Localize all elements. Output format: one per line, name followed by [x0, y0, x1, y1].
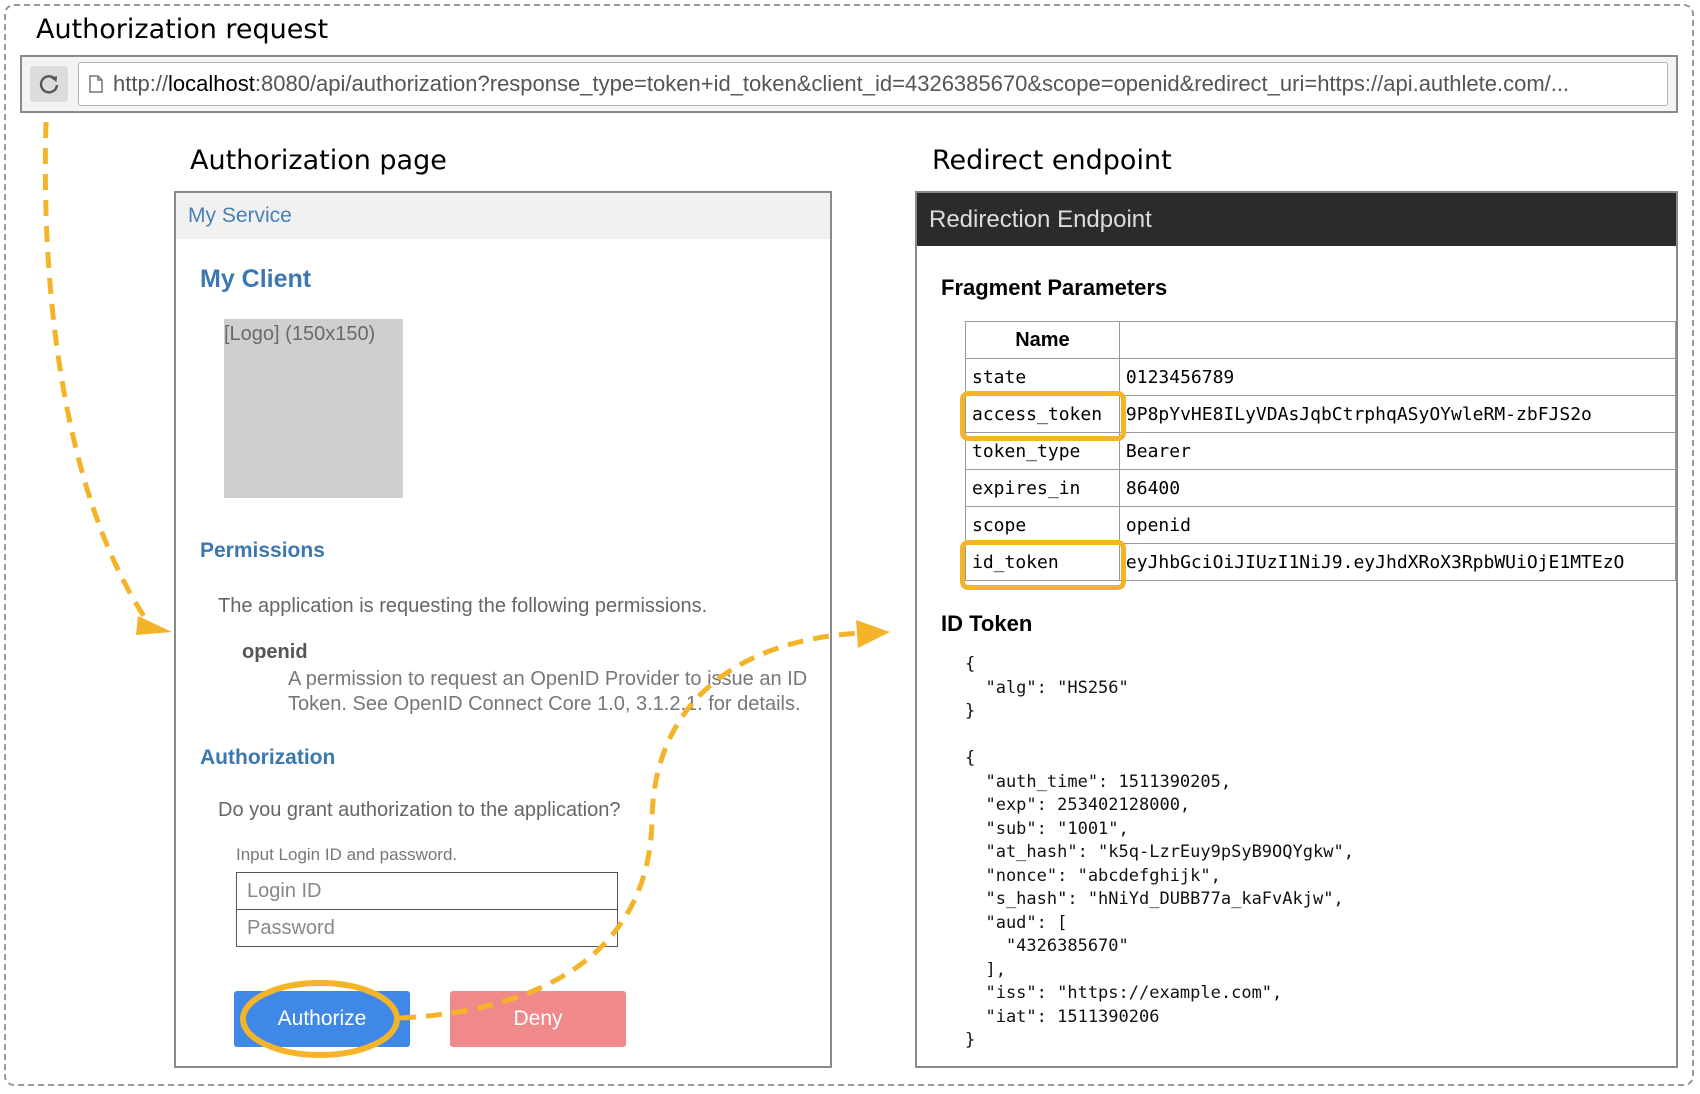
request-arrowhead	[136, 616, 172, 635]
request-to-page-arrow	[42, 121, 155, 630]
redirect-arrowhead	[856, 620, 890, 648]
authorize-highlight-ellipse	[240, 980, 400, 1058]
authorize-to-redirect-arrow	[399, 630, 861, 1021]
flow-arrows-overlay	[42, 121, 890, 1058]
